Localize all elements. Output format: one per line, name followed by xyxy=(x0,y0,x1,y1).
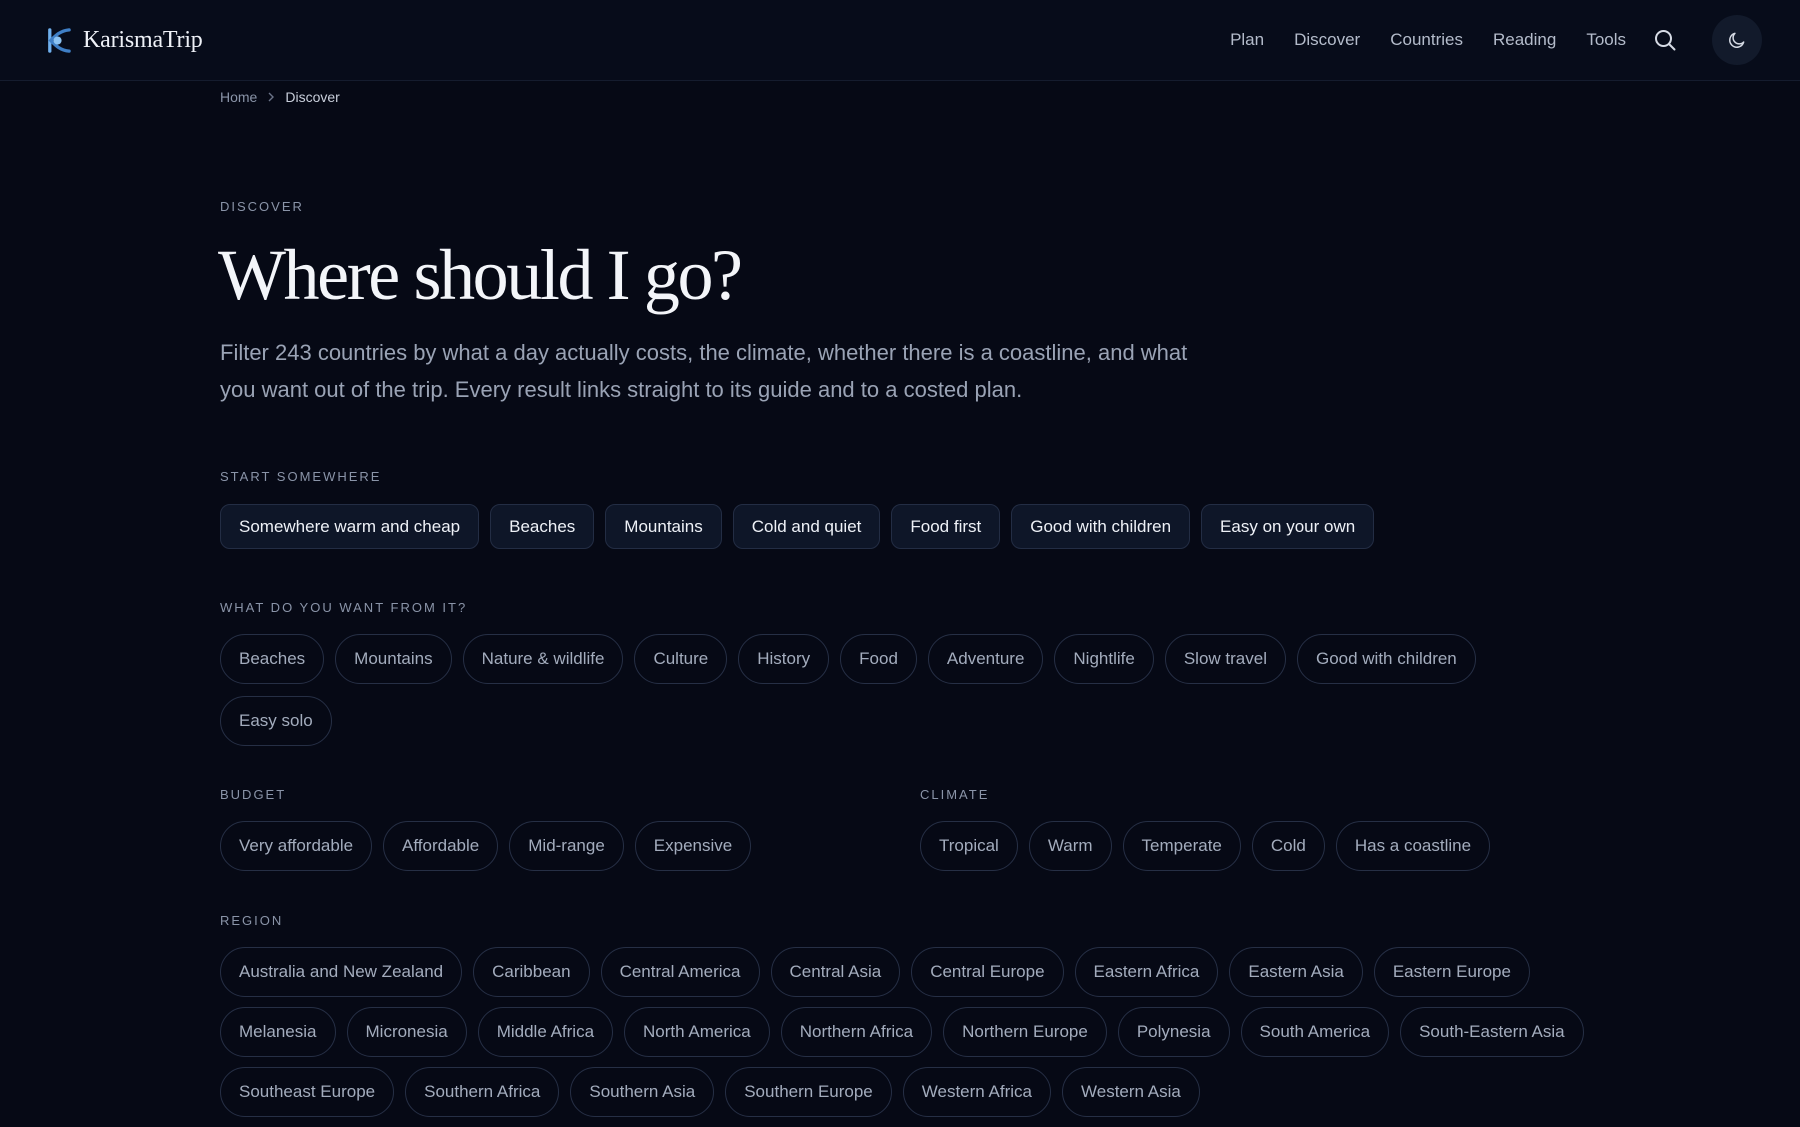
quick-chip-cold-quiet[interactable]: Cold and quiet xyxy=(732,504,881,549)
nav-reading[interactable]: Reading xyxy=(1493,30,1556,50)
region-chip-southeast-europe[interactable]: Southeast Europe xyxy=(220,1067,395,1117)
interest-chip-mountains[interactable]: Mountains xyxy=(335,634,452,684)
climate-chip-has-coastline[interactable]: Has a coastline xyxy=(1335,821,1491,871)
nav-countries[interactable]: Countries xyxy=(1390,30,1463,50)
interest-chip-adventure[interactable]: Adventure xyxy=(927,634,1044,684)
interest-chip-good-with-children[interactable]: Good with children xyxy=(1296,634,1476,684)
interest-chip-history[interactable]: History xyxy=(738,634,830,684)
region-chip-north-america[interactable]: North America xyxy=(624,1007,770,1057)
climate-chip-warm[interactable]: Warm xyxy=(1028,821,1112,871)
climate-chip-temperate[interactable]: Temperate xyxy=(1122,821,1241,871)
breadcrumb: Home Discover xyxy=(220,89,340,105)
chevron-right-icon xyxy=(267,92,275,102)
region-chip-melanesia[interactable]: Melanesia xyxy=(220,1007,336,1057)
climate-chip-cold[interactable]: Cold xyxy=(1251,821,1325,871)
interest-chip-easy-solo[interactable]: Easy solo xyxy=(220,696,332,746)
nav-tools[interactable]: Tools xyxy=(1586,30,1626,50)
region-chip-southern-asia[interactable]: Southern Asia xyxy=(570,1067,715,1117)
quick-chip-warm-cheap[interactable]: Somewhere warm and cheap xyxy=(220,504,480,549)
interest-chip-nightlife[interactable]: Nightlife xyxy=(1054,634,1154,684)
interest-chip-slow-travel[interactable]: Slow travel xyxy=(1164,634,1286,684)
region-chip-central-america[interactable]: Central America xyxy=(600,947,760,997)
climate-label: CLIMATE xyxy=(920,787,990,802)
region-chip-eastern-africa[interactable]: Eastern Africa xyxy=(1074,947,1219,997)
moon-icon xyxy=(1729,32,1745,48)
region-chip-micronesia[interactable]: Micronesia xyxy=(346,1007,467,1057)
region-filter-chips: Australia and New Zealand Caribbean Cent… xyxy=(220,947,1620,1127)
interests-label: WHAT DO YOU WANT FROM IT? xyxy=(220,600,468,615)
budget-filter-chips: Very affordable Affordable Mid-range Exp… xyxy=(220,821,860,881)
search-button[interactable] xyxy=(1652,27,1678,53)
budget-chip-affordable[interactable]: Affordable xyxy=(383,821,499,871)
page-intro: Filter 243 countries by what a day actua… xyxy=(220,340,1188,402)
main-nav: Plan Discover Countries Reading Tools xyxy=(1230,15,1762,65)
region-chip-southern-africa[interactable]: Southern Africa xyxy=(405,1067,560,1117)
region-chip-polynesia[interactable]: Polynesia xyxy=(1117,1007,1230,1057)
region-chip-middle-africa[interactable]: Middle Africa xyxy=(477,1007,614,1057)
brand-link[interactable]: KarismaTrip xyxy=(44,26,203,55)
theme-toggle-button[interactable] xyxy=(1712,15,1762,65)
quick-chip-mountains[interactable]: Mountains xyxy=(605,504,722,549)
interest-filter-chips: Beaches Mountains Nature & wildlife Cult… xyxy=(220,634,1580,757)
quick-start-chips: Somewhere warm and cheap Beaches Mountai… xyxy=(220,504,1600,549)
page-eyebrow: DISCOVER xyxy=(220,199,304,214)
nav-discover[interactable]: Discover xyxy=(1294,30,1360,50)
quick-chip-food-first[interactable]: Food first xyxy=(891,504,1001,549)
budget-label: BUDGET xyxy=(220,787,287,802)
interest-chip-nature-wildlife[interactable]: Nature & wildlife xyxy=(462,634,624,684)
region-chip-eastern-asia[interactable]: Eastern Asia xyxy=(1229,947,1363,997)
budget-chip-mid-range[interactable]: Mid-range xyxy=(509,821,624,871)
region-chip-south-america[interactable]: South America xyxy=(1240,1007,1390,1057)
region-chip-western-asia[interactable]: Western Asia xyxy=(1062,1067,1200,1117)
top-navigation-bar: KarismaTrip Plan Discover Countries Read… xyxy=(0,0,1800,81)
region-chip-western-africa[interactable]: Western Africa xyxy=(902,1067,1051,1117)
climate-chip-tropical[interactable]: Tropical xyxy=(920,821,1018,871)
interest-chip-beaches[interactable]: Beaches xyxy=(220,634,325,684)
breadcrumb-home-link[interactable]: Home xyxy=(220,89,257,105)
region-chip-south-eastern-asia[interactable]: South-Eastern Asia xyxy=(1400,1007,1584,1057)
budget-chip-very-affordable[interactable]: Very affordable xyxy=(220,821,373,871)
region-label: REGION xyxy=(220,913,284,928)
nav-plan[interactable]: Plan xyxy=(1230,30,1264,50)
quick-chip-good-with-children[interactable]: Good with children xyxy=(1011,504,1191,549)
karismatrip-logo-icon xyxy=(48,28,71,53)
interest-chip-culture[interactable]: Culture xyxy=(634,634,728,684)
search-icon xyxy=(1655,30,1676,51)
quick-chip-easy-on-your-own[interactable]: Easy on your own xyxy=(1201,504,1375,549)
budget-chip-expensive[interactable]: Expensive xyxy=(634,821,752,871)
region-chip-northern-africa[interactable]: Northern Africa xyxy=(780,1007,933,1057)
region-chip-northern-europe[interactable]: Northern Europe xyxy=(943,1007,1107,1057)
region-chip-central-europe[interactable]: Central Europe xyxy=(911,947,1064,997)
region-chip-caribbean[interactable]: Caribbean xyxy=(473,947,590,997)
breadcrumb-current: Discover xyxy=(285,89,340,105)
page-title: Where should I go? xyxy=(218,235,743,315)
climate-filter-chips: Tropical Warm Temperate Cold Has a coast… xyxy=(920,821,1720,881)
start-somewhere-label: START SOMEWHERE xyxy=(220,469,382,484)
interest-chip-food[interactable]: Food xyxy=(840,634,917,684)
region-chip-southern-europe[interactable]: Southern Europe xyxy=(725,1067,892,1117)
region-chip-eastern-europe[interactable]: Eastern Europe xyxy=(1373,947,1530,997)
region-chip-australia-nz[interactable]: Australia and New Zealand xyxy=(220,947,463,997)
region-chip-central-asia[interactable]: Central Asia xyxy=(770,947,901,997)
quick-chip-beaches[interactable]: Beaches xyxy=(490,504,595,549)
brand-name: KarismaTrip xyxy=(83,27,203,53)
